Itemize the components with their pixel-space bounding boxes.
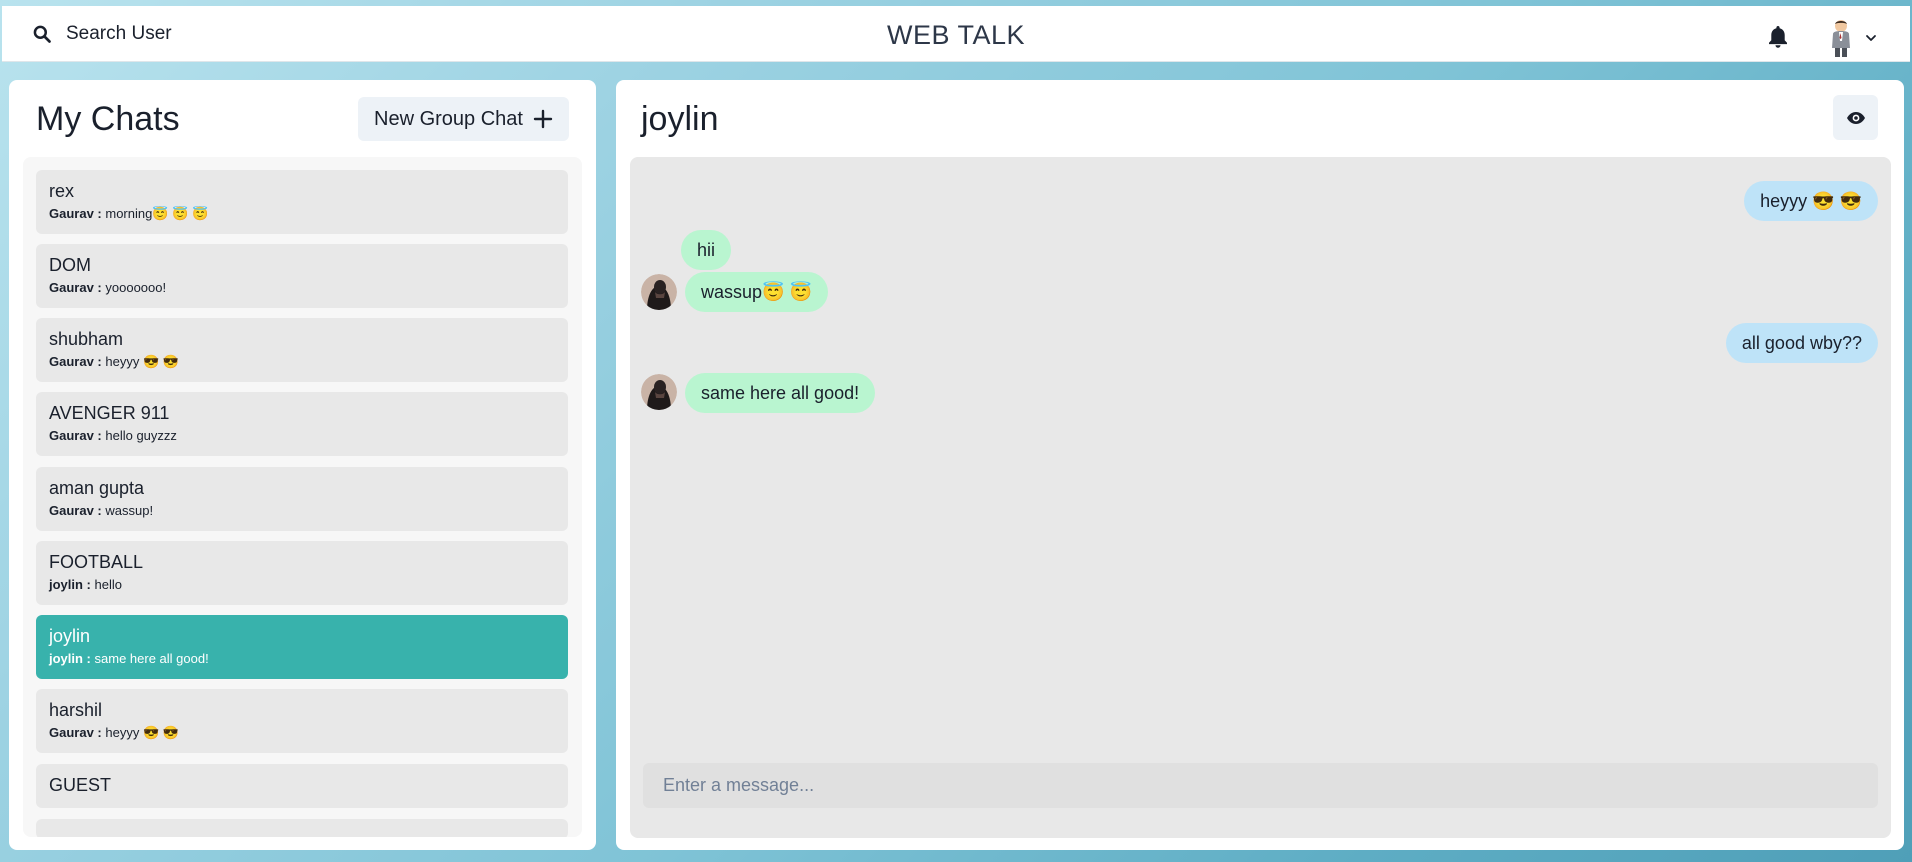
chat-item-shubham[interactable]: shubham Gaurav : heyyy 😎 😎 (36, 318, 568, 382)
chat-preview: Gaurav : hello guyzzz (49, 427, 555, 445)
profile-menu-button[interactable] (1828, 18, 1878, 58)
conversation-panel: joylin heyyy 😎 😎 hii wassup😇 😇 all good … (616, 80, 1904, 850)
my-chats-panel: My Chats New Group Chat rex Gaurav : mor… (9, 80, 596, 850)
message-bubble-received: wassup😇 😇 (685, 272, 828, 312)
chat-sender: Gaurav : (49, 503, 102, 518)
top-bar: Search User WEB TALK (2, 6, 1910, 62)
chat-sender: Gaurav : (49, 280, 102, 295)
message-bubble-sent: all good wby?? (1725, 323, 1878, 363)
chat-item-rex[interactable]: rex Gaurav : morning😇 😇 😇 (36, 170, 568, 234)
chat-name: FOOTBALL (49, 552, 144, 572)
chat-sender: Gaurav : (49, 354, 102, 369)
chat-sender: joylin : (49, 577, 91, 592)
chat-sender: Gaurav : (49, 725, 102, 740)
chat-name: shubham (49, 329, 124, 349)
chat-name: DOM (49, 255, 91, 275)
chat-sender: Gaurav : (49, 428, 102, 443)
chat-preview: Gaurav : yooooooo! (49, 279, 555, 297)
chat-preview: joylin : hello (49, 576, 555, 594)
chat-item-dom[interactable]: DOM Gaurav : yooooooo! (36, 244, 568, 308)
chat-item-guest[interactable]: GUEST (36, 764, 568, 808)
chat-preview: Gaurav : wassup! (49, 502, 555, 520)
chat-item-avenger-911[interactable]: AVENGER 911 Gaurav : hello guyzzz (36, 392, 568, 456)
chat-name: joylin (49, 626, 91, 646)
new-group-chat-label: New Group Chat (374, 107, 523, 130)
chevron-down-icon (1866, 35, 1876, 41)
chat-name: harshil (49, 700, 103, 720)
chat-preview-text: heyyy 😎 😎 (105, 725, 179, 740)
chat-item-aman-gupta[interactable]: aman gupta Gaurav : wassup! (36, 467, 568, 531)
chat-preview-text: yooooooo! (105, 280, 167, 295)
conversation-title: joylin (641, 100, 719, 138)
eye-icon (1846, 111, 1865, 124)
user-avatar (1832, 20, 1850, 57)
chat-preview-text: heyyy 😎 😎 (105, 354, 179, 369)
sender-avatar[interactable] (641, 274, 677, 310)
chat-preview-text: hello guyzzz (105, 428, 177, 443)
chat-item-partial[interactable] (36, 819, 568, 837)
chat-name: aman gupta (49, 478, 145, 498)
chat-name: rex (49, 181, 75, 201)
chat-item-football[interactable]: FOOTBALL joylin : hello (36, 541, 568, 605)
bell-icon[interactable] (1766, 24, 1790, 50)
message-bubble-received: hii (681, 230, 732, 270)
chat-preview: joylin : same here all good! (49, 650, 555, 668)
new-group-chat-button[interactable]: New Group Chat (358, 97, 569, 141)
message-bubble-received: same here all good! (685, 373, 876, 413)
chat-preview-text: same here all good! (94, 651, 209, 666)
message-input[interactable] (643, 763, 1878, 808)
chat-preview-text: morning😇 😇 😇 (105, 206, 209, 221)
chat-preview-text: wassup! (105, 503, 154, 518)
chat-list[interactable]: rex Gaurav : morning😇 😇 😇 DOM Gaurav : y… (23, 157, 582, 837)
chat-item-harshil[interactable]: harshil Gaurav : heyyy 😎 😎 (36, 689, 568, 753)
chat-sender: joylin : (49, 651, 91, 666)
plus-icon (533, 109, 553, 129)
my-chats-title: My Chats (36, 100, 180, 138)
chat-preview: Gaurav : heyyy 😎 😎 (49, 724, 555, 742)
chat-item-joylin[interactable]: joylin joylin : same here all good! (36, 615, 568, 679)
sender-avatar[interactable] (641, 374, 677, 410)
view-profile-button[interactable] (1833, 95, 1878, 140)
chat-sender: Gaurav : (49, 206, 102, 221)
chat-preview: Gaurav : heyyy 😎 😎 (49, 353, 555, 371)
message-bubble-sent: heyyy 😎 😎 (1744, 181, 1878, 221)
chat-preview-text: hello (94, 577, 122, 592)
app-title: WEB TALK (886, 20, 1026, 50)
chat-name: AVENGER 911 (49, 403, 170, 423)
chat-name: GUEST (49, 775, 112, 795)
message-area[interactable]: heyyy 😎 😎 hii wassup😇 😇 all good wby?? s… (630, 157, 1891, 838)
chat-preview: Gaurav : morning😇 😇 😇 (49, 205, 555, 223)
